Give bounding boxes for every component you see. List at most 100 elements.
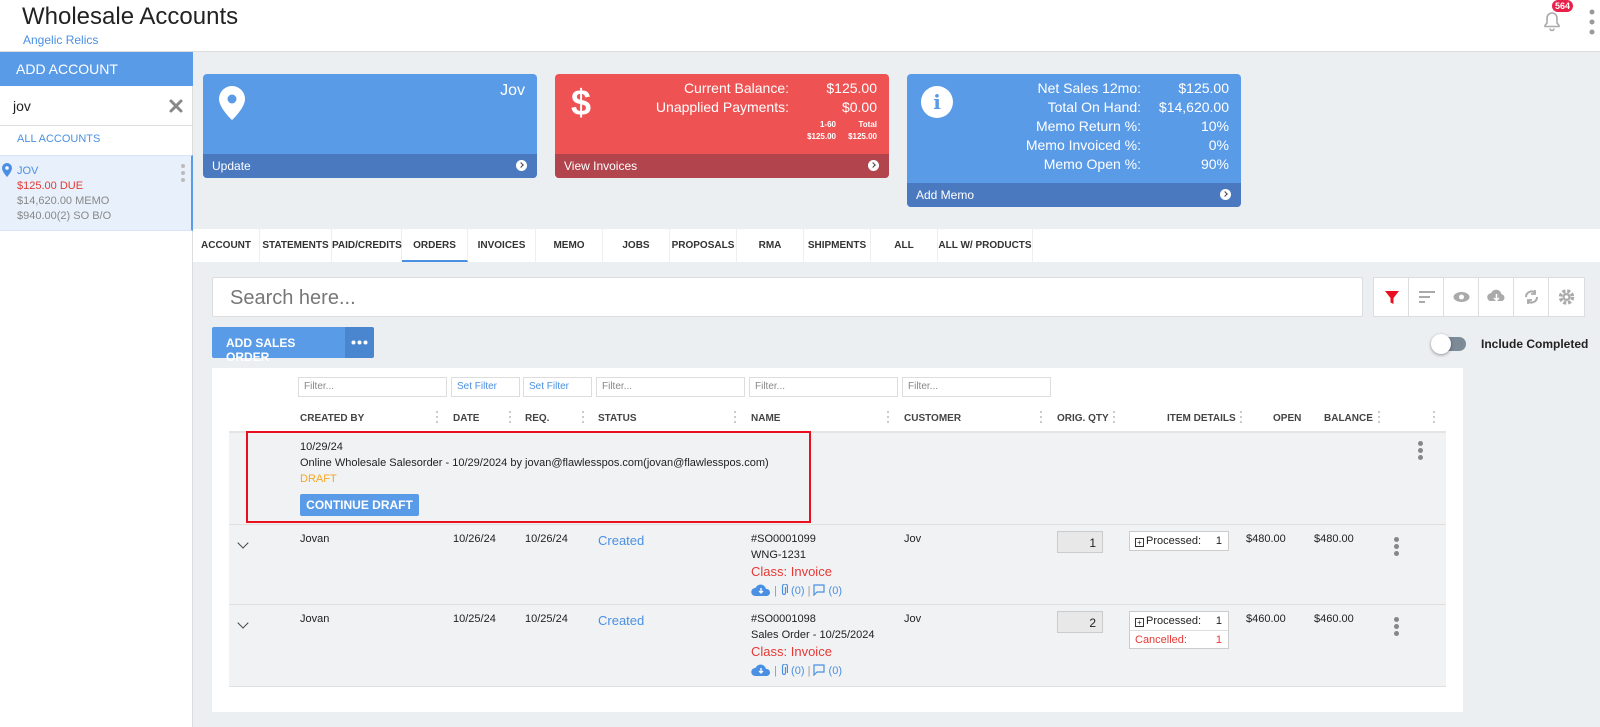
refresh-button[interactable] (1514, 278, 1549, 316)
column-header-created-by[interactable]: CREATED BY (300, 413, 364, 424)
created-by: Jovan (300, 533, 330, 545)
tab-jobs[interactable]: JOBS (603, 229, 670, 262)
account-list-item[interactable]: JOV $125.00 DUE $14,620.00 MEMO $940.00(… (0, 155, 193, 231)
filter-button[interactable] (1374, 278, 1409, 316)
cloud-download-icon[interactable] (751, 664, 771, 676)
column-menu-icon[interactable] (435, 411, 438, 425)
processed-label: Processed: (1146, 535, 1202, 547)
view-invoices-label: View Invoices (564, 159, 638, 173)
add-account-button[interactable]: ADD ACCOUNT (0, 52, 193, 86)
comment-count[interactable]: (0) (829, 665, 842, 677)
column-menu-icon[interactable] (1112, 411, 1115, 425)
update-link[interactable]: Update (203, 154, 537, 178)
expand-chevron-icon[interactable] (237, 537, 249, 549)
current-balance-value: $125.00 (826, 80, 877, 96)
tab-statements[interactable]: STATEMENTS (260, 229, 332, 262)
column-header-date[interactable]: DATE (453, 413, 479, 424)
column-menu-icon[interactable] (733, 411, 736, 425)
column-header-open[interactable]: OPEN (1273, 413, 1301, 424)
tab-all[interactable]: ALL (871, 229, 938, 262)
memo-return-value: 10% (1200, 118, 1229, 134)
add-memo-link[interactable]: Add Memo (907, 183, 1241, 207)
filter-req[interactable]: Set Filter (523, 377, 592, 397)
filter-customer[interactable]: Filter... (902, 377, 1051, 397)
column-menu-icon[interactable] (581, 411, 584, 425)
created-by: Jovan (300, 613, 330, 625)
paperclip-icon[interactable] (780, 583, 789, 596)
column-header-item-details[interactable]: ITEM DETAILS (1167, 413, 1236, 424)
column-menu-icon[interactable] (1432, 411, 1435, 425)
tab-orders[interactable]: ORDERS (402, 229, 468, 262)
chevron-right-icon (868, 160, 879, 171)
tab-invoices[interactable]: INVOICES (468, 229, 536, 262)
continue-draft-button[interactable]: CONTINUE DRAFT (300, 494, 419, 516)
all-accounts-link[interactable]: ALL ACCOUNTS (17, 133, 100, 145)
filter-name[interactable]: Filter... (749, 377, 898, 397)
table-row: Jovan 10/26/24 10/26/24 Created #SO00010… (229, 525, 1446, 605)
column-menu-icon[interactable] (886, 411, 889, 425)
column-header-name[interactable]: NAME (751, 413, 780, 424)
add-sales-order-button[interactable]: ADD SALES ORDER (212, 327, 345, 364)
comment-count[interactable]: (0) (829, 585, 842, 597)
download-button[interactable] (1479, 278, 1514, 316)
view-button[interactable] (1444, 278, 1479, 316)
account-subtitle[interactable]: Angelic Relics (23, 33, 98, 47)
order-number[interactable]: #SO0001098 (751, 613, 816, 625)
row-actions: | (0) | (0) (751, 583, 842, 597)
plus-square-icon[interactable]: + (1135, 538, 1144, 547)
cloud-download-icon[interactable] (751, 584, 771, 596)
refresh-icon (1524, 290, 1539, 304)
tab-all-with-products[interactable]: ALL W/ PRODUCTS (938, 229, 1033, 262)
tab-memo[interactable]: MEMO (536, 229, 603, 262)
tab-paid-credits[interactable]: PAID/CREDITS (332, 229, 402, 262)
processed-line: + Processed: 1 (1130, 532, 1228, 550)
column-menu-icon[interactable] (1377, 411, 1380, 425)
order-name: Sales Order - 10/25/2024 (751, 629, 875, 641)
gear-icon (1558, 289, 1575, 305)
filter-created-by[interactable]: Filter... (298, 377, 447, 397)
order-search-input[interactable]: Search here... (212, 277, 1363, 317)
orig-qty: 1 (1057, 531, 1103, 553)
close-icon[interactable] (168, 98, 184, 114)
column-menu-icon[interactable] (508, 411, 511, 425)
page-title: Wholesale Accounts (22, 3, 239, 30)
view-invoices-link[interactable]: View Invoices (555, 154, 889, 178)
plus-square-icon[interactable]: + (1135, 618, 1144, 627)
account-due: $125.00 DUE (17, 180, 84, 192)
more-options-button[interactable] (345, 327, 374, 358)
more-vertical-icon[interactable] (1588, 8, 1596, 36)
more-vertical-icon[interactable] (180, 163, 186, 183)
comment-icon[interactable] (813, 664, 826, 677)
column-menu-icon[interactable] (1239, 411, 1242, 425)
column-header-balance[interactable]: BALANCE (1324, 413, 1373, 424)
paperclip-icon[interactable] (780, 663, 789, 676)
tab-account[interactable]: ACCOUNT (193, 229, 260, 262)
tab-shipments[interactable]: SHIPMENTS (804, 229, 871, 262)
column-header-req[interactable]: REQ. (525, 413, 549, 424)
column-menu-icon[interactable] (1039, 411, 1042, 425)
filter-date[interactable]: Set Filter (451, 377, 520, 397)
toggle-knob[interactable] (1431, 334, 1451, 354)
order-number[interactable]: #SO0001099 (751, 533, 816, 545)
tab-rma[interactable]: RMA (737, 229, 804, 262)
orders-grid: Filter... Set Filter Set Filter Filter..… (212, 368, 1463, 712)
tab-proposals[interactable]: PROPOSALS (670, 229, 737, 262)
attachment-count[interactable]: (0) (791, 585, 804, 597)
expand-chevron-icon[interactable] (237, 617, 249, 629)
filter-status[interactable]: Filter... (596, 377, 745, 397)
bell-icon[interactable] (1540, 10, 1564, 34)
item-details-box: + Processed: 1 Cancelled: 1 (1129, 611, 1229, 649)
comment-icon[interactable] (813, 584, 826, 597)
order-date: 10/25/24 (453, 613, 496, 625)
column-header-status[interactable]: STATUS (598, 413, 637, 424)
column-header-customer[interactable]: CUSTOMER (904, 413, 961, 424)
order-class: Class: Invoice (751, 564, 832, 579)
settings-button[interactable] (1549, 278, 1584, 316)
row-menu-icon[interactable] (1418, 441, 1423, 461)
sort-button[interactable] (1409, 278, 1444, 316)
account-search-input[interactable]: jov (0, 86, 193, 126)
row-menu-icon[interactable] (1394, 617, 1399, 637)
attachment-count[interactable]: (0) (791, 665, 804, 677)
column-header-orig-qty[interactable]: ORIG. QTY (1057, 413, 1109, 424)
row-menu-icon[interactable] (1394, 537, 1399, 557)
